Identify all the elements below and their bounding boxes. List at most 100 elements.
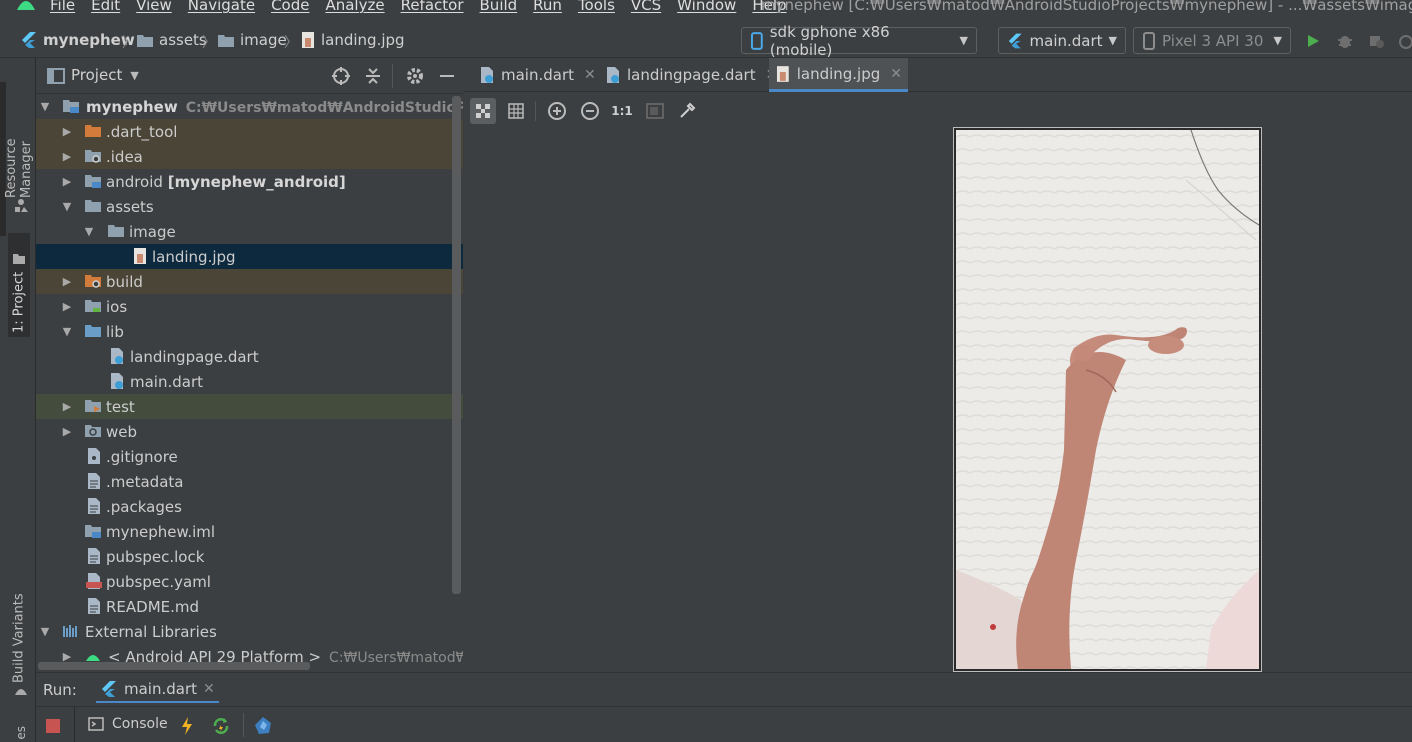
tree-item[interactable]: ▶ web [36, 419, 463, 444]
tab-main-dart[interactable]: main.dart ✕ [473, 58, 602, 92]
fit-zoom-icon[interactable] [642, 98, 668, 124]
breadcrumb-assets[interactable]: assets [136, 31, 207, 49]
image-toolbar: 1:1 [463, 93, 1412, 127]
run-tab-main-dart[interactable]: main.dart ✕ [96, 677, 219, 703]
dart-devtools-icon[interactable] [252, 715, 274, 737]
libraries-icon [63, 625, 77, 637]
menu-view[interactable]: View [136, 0, 172, 14]
resource-manager-tab[interactable]: Resource Manager [4, 78, 34, 198]
tree-item[interactable]: ▶ .idea [36, 144, 463, 169]
tree-horizontal-scrollbar[interactable] [38, 662, 310, 670]
menu-run[interactable]: Run [533, 0, 562, 14]
chessboard-toggle-icon[interactable] [470, 98, 496, 124]
actual-size-button[interactable]: 1:1 [609, 98, 635, 124]
tree-item[interactable]: ▶ android [mynephew_android] [36, 169, 463, 194]
folder-icon [137, 35, 153, 47]
hot-restart-icon[interactable] [211, 716, 231, 736]
favorites-tab-fragment[interactable]: es [14, 726, 28, 740]
tree-item[interactable]: ▼ External Libraries [36, 619, 463, 644]
chevron-right-icon: ▶ [62, 650, 72, 663]
color-picker-icon[interactable] [674, 98, 700, 124]
tree-item[interactable]: .packages [36, 494, 463, 519]
close-icon[interactable]: ✕ [890, 66, 902, 82]
tab-landingpage-dart[interactable]: landingpage.dart ✕ [599, 58, 783, 92]
image-file-icon [776, 65, 789, 82]
module-folder-icon [85, 300, 101, 312]
breadcrumb-file[interactable]: landing.jpg [300, 31, 405, 49]
project-view-icon [47, 68, 65, 84]
console-tab[interactable]: Console [88, 716, 168, 732]
tree-item[interactable]: ▼ lib [36, 319, 463, 344]
tab-landing-jpg[interactable]: landing.jpg ✕ [769, 58, 908, 92]
project-view-selector[interactable]: Project ▼ [71, 66, 139, 84]
menu-window[interactable]: Window [677, 0, 736, 14]
menu-edit[interactable]: Edit [91, 0, 120, 14]
chevron-down-icon: ▼ [959, 34, 968, 47]
folder-icon [108, 225, 124, 237]
collapse-all-icon[interactable] [364, 66, 382, 86]
breadcrumb-project[interactable]: mynephew [20, 31, 135, 49]
tree-item[interactable]: .gitignore [36, 444, 463, 469]
build-variants-tab[interactable]: Build Variants [8, 588, 30, 683]
tree-item[interactable]: ▶ .dart_tool [36, 119, 463, 144]
android-studio-logo-icon [17, 1, 35, 10]
device-selector[interactable]: sdk gphone x86 (mobile) ▼ [741, 23, 977, 59]
tree-item[interactable]: main.dart [36, 369, 463, 394]
tree-vertical-scrollbar[interactable] [452, 96, 461, 594]
menu-navigate[interactable]: Navigate [188, 0, 255, 14]
attach-debugger-icon[interactable] [1393, 30, 1412, 52]
locate-icon[interactable] [331, 66, 351, 86]
tree-root[interactable]: ▼ mynephewC:₩Users₩matod₩AndroidStudioPr… [36, 94, 463, 119]
tree-item[interactable]: .metadata [36, 469, 463, 494]
menu-build[interactable]: Build [480, 0, 518, 14]
chevron-down-icon: ▼ [84, 225, 94, 238]
project-tab[interactable]: 1: Project [8, 233, 30, 337]
stop-icon[interactable] [46, 719, 60, 733]
tree-item[interactable]: ▶ ios [36, 294, 463, 319]
chevron-right-icon: ▶ [62, 275, 72, 288]
hide-panel-icon[interactable] [437, 66, 457, 86]
tree-item[interactable]: pubspec.lock [36, 544, 463, 569]
tree-item[interactable]: ▶ build [36, 269, 463, 294]
excluded-folder-icon [85, 125, 101, 137]
tree-item[interactable]: ▶ test [36, 394, 463, 419]
tree-item[interactable]: landingpage.dart [36, 344, 463, 369]
chevron-down-icon: ▼ [62, 325, 72, 338]
grid-toggle-icon[interactable] [503, 98, 529, 124]
flutter-icon [22, 32, 36, 48]
debug-icon[interactable] [1334, 30, 1356, 52]
gear-icon[interactable] [405, 66, 425, 86]
menu-code[interactable]: Code [271, 0, 309, 14]
menu-bar: File Edit View Navigate Code Analyze Refactor B… [0, 0, 1412, 18]
text-file-icon [88, 498, 100, 514]
dart-file-icon [607, 67, 619, 83]
zoom-out-icon[interactable] [577, 98, 603, 124]
run-panel-header: Run: main.dart ✕ [36, 672, 1412, 706]
tree-item[interactable]: ▼ image [36, 219, 463, 244]
markdown-file-icon [88, 598, 100, 614]
dart-file-icon [111, 373, 123, 389]
image-file-icon [302, 32, 314, 48]
chevron-down-icon: ▼ [62, 200, 72, 213]
tree-item[interactable]: README.md [36, 594, 463, 619]
tree-item[interactable]: mynephew.iml [36, 519, 463, 544]
close-icon[interactable]: ✕ [203, 681, 215, 697]
hot-reload-icon[interactable] [179, 716, 195, 736]
close-icon[interactable]: ✕ [584, 67, 596, 83]
console-icon [88, 717, 104, 731]
profile-icon[interactable] [1365, 30, 1387, 52]
run-toolbar: Console [36, 706, 1412, 742]
menu-file[interactable]: File [50, 0, 75, 14]
menu-vcs[interactable]: VCS [631, 0, 661, 14]
avd-selector[interactable]: Pixel 3 API 30 ▼ [1133, 27, 1291, 54]
menu-tools[interactable]: Tools [578, 0, 615, 14]
menu-analyze[interactable]: Analyze [325, 0, 384, 14]
run-icon[interactable] [1302, 30, 1324, 52]
zoom-in-icon[interactable] [544, 98, 570, 124]
tree-item-selected[interactable]: landing.jpg [36, 244, 463, 269]
tree-item[interactable]: pubspec.yaml [36, 569, 463, 594]
menu-refactor[interactable]: Refactor [401, 0, 464, 14]
tree-item[interactable]: ▼ assets [36, 194, 463, 219]
breadcrumb-image[interactable]: image [217, 31, 287, 49]
run-config-selector[interactable]: main.dart ▼ [998, 27, 1126, 54]
